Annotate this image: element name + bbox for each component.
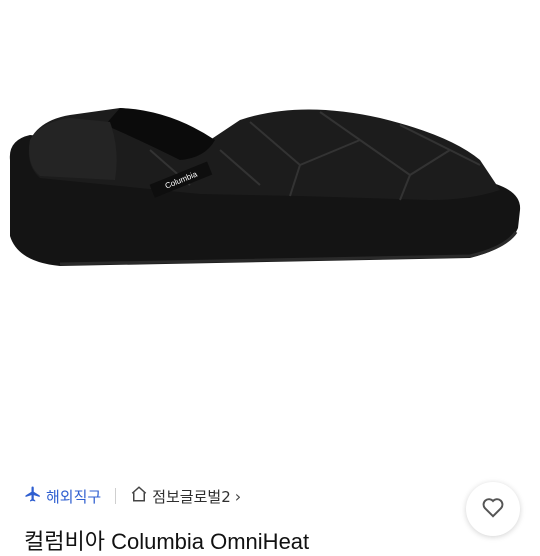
store-name: 점보글로벌2 bbox=[152, 487, 231, 506]
home-icon bbox=[130, 485, 152, 507]
meta-divider bbox=[115, 488, 117, 504]
product-title: 컬럼비아 Columbia OmniHeat bbox=[24, 529, 310, 554]
shoe-illustration: Columbia bbox=[9, 108, 521, 266]
store-link[interactable]: 점보글로벌2 › bbox=[130, 485, 241, 507]
overseas-badge: 해외직구 bbox=[24, 485, 101, 507]
like-button[interactable] bbox=[466, 482, 520, 536]
airplane-icon bbox=[24, 485, 46, 507]
heart-outline-icon bbox=[480, 494, 506, 524]
overseas-badge-label: 해외직구 bbox=[46, 487, 102, 506]
product-image[interactable]: Columbia bbox=[0, 0, 540, 460]
chevron-right-icon: › bbox=[234, 486, 242, 506]
product-meta-row: 해외직구 점보글로벌2 › bbox=[24, 484, 241, 508]
